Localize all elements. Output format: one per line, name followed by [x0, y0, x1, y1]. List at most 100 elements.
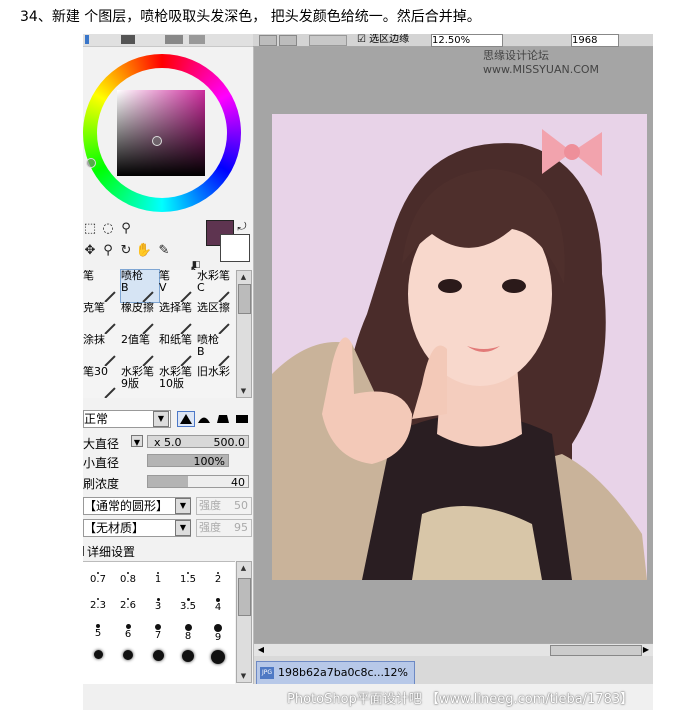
brush-slot[interactable]: 克笔 [83, 302, 121, 334]
brush-size-dot [152, 650, 164, 661]
brush-size-cell[interactable] [83, 648, 113, 670]
brush-slot[interactable]: 水彩笔 C [197, 270, 235, 302]
tutorial-caption: 34、新建 个图层，喷枪吸取头发深色， 把头发颜色给统一。然后合并掉。 [20, 9, 481, 25]
brush-slot[interactable]: 选区擦 [197, 302, 235, 334]
brush-size-cell[interactable]: 6 [113, 622, 143, 644]
chevron-down-icon[interactable]: ▼ [131, 435, 143, 447]
brush-size-label: 0.7 [90, 574, 106, 585]
min-diameter-label: 小直径 [83, 456, 120, 470]
brush-size-cell[interactable]: 0.8 [113, 570, 143, 592]
brush-size-cell[interactable]: 7 [143, 622, 173, 644]
brush-slot[interactable]: 和纸笔 [159, 334, 197, 366]
chevron-down-icon[interactable]: ▼ [175, 498, 191, 514]
brush-shape-flat[interactable] [215, 411, 231, 425]
detail-settings-toggle[interactable]: 详细设置 [83, 543, 135, 560]
scroll-left-icon[interactable]: ◀ [256, 645, 266, 655]
brush-slot[interactable]: 喷枪 B [197, 334, 235, 366]
selection-edge-checkbox[interactable]: ☑ 选区边缘 [357, 34, 409, 45]
saturation-value-square[interactable] [117, 90, 205, 176]
move-icon[interactable]: ✥ [83, 242, 99, 260]
brush-tool-grid: 笔 喷枪 B 笔V 水彩笔 C 克笔 橡皮擦 选择笔 选区擦 涂抹 2值笔 和纸笔 … [83, 269, 235, 398]
brush-size-cell[interactable]: 1 [143, 570, 173, 592]
texture-strength-field[interactable]: 强度 95 [196, 519, 252, 537]
toolbar-button[interactable] [259, 35, 277, 46]
brush-size-cell[interactable]: 3.5 [173, 596, 203, 618]
hue-marker[interactable] [86, 158, 96, 168]
brush-size-cell[interactable]: 2.3 [83, 596, 113, 618]
brush-size-cell[interactable]: 1.5 [173, 570, 203, 592]
max-diameter-label: 大直径 [83, 437, 120, 451]
chevron-down-icon[interactable]: ▼ [175, 520, 191, 536]
eyedropper-icon[interactable]: ✎ [155, 242, 173, 260]
toolbar-button[interactable] [279, 35, 297, 46]
scroll-thumb[interactable] [550, 645, 642, 656]
scroll-down-icon[interactable]: ▼ [238, 386, 249, 396]
background-color-swatch[interactable] [220, 234, 250, 262]
brush-size-cell[interactable]: 4 [203, 596, 233, 618]
brush-slot[interactable]: 旧水彩 [197, 366, 235, 398]
brush-slot[interactable]: 选择笔 [159, 302, 197, 334]
brush-size-cell[interactable]: 2.6 [113, 596, 143, 618]
brush-slot-airbrush-selected[interactable]: 喷枪 B [120, 269, 160, 303]
canvas-photo[interactable] [272, 114, 647, 580]
hand-icon[interactable]: ✋ [135, 242, 153, 260]
brush-grid-scrollbar[interactable]: ▲ ▼ [236, 270, 252, 398]
panel-toggle-icon[interactable] [189, 35, 205, 44]
brush-size-label: 8 [184, 631, 192, 642]
shape-strength-field[interactable]: 强度 50 [196, 497, 252, 515]
zoom-icon[interactable]: ⚲ [99, 242, 117, 260]
brush-size-dot [182, 650, 194, 662]
brush-slot[interactable]: 笔V [159, 270, 197, 302]
brush-size-cell[interactable]: 0.7 [83, 570, 113, 592]
scroll-up-icon[interactable]: ▲ [238, 272, 249, 282]
brush-size-cell[interactable]: 9 [203, 622, 233, 644]
brush-shape-dome[interactable] [196, 411, 212, 425]
rotation-field[interactable]: 1968 [571, 34, 619, 47]
brush-shape-triangle[interactable] [177, 411, 195, 427]
brush-size-label: 2.3 [90, 600, 106, 611]
panel-toggle-icon[interactable] [165, 35, 183, 44]
brush-size-dot [184, 624, 192, 631]
brush-slot[interactable]: 2值笔 [121, 334, 159, 366]
max-diameter-field[interactable]: x 5.0 500.0 [147, 435, 249, 449]
panel-toolbar [83, 34, 253, 47]
toolbar-button[interactable] [309, 35, 347, 46]
zoom-field[interactable]: 12.50% [431, 34, 503, 47]
brush-slot[interactable]: 笔30 [83, 366, 121, 398]
brush-size-cell[interactable]: 8 [173, 622, 203, 644]
tool-panel: ⬚ ◌ ⚲ ✥ ⚲ ↻ ✋ ✎ ◧ ⤾ ↖ 笔 喷枪B 笔V 水彩笔C 克笔 橡… [83, 34, 254, 710]
chevron-down-icon[interactable]: ▼ [153, 411, 169, 427]
brush-size-cell[interactable] [203, 648, 233, 670]
rotate-icon[interactable]: ↻ [117, 242, 135, 260]
brush-size-cell[interactable]: 3 [143, 596, 173, 618]
rect-select-icon[interactable]: ⬚ [83, 220, 99, 238]
brush-size-scrollbar[interactable]: ▲ ▼ [236, 561, 252, 683]
magic-wand-icon[interactable]: ⚲ [117, 220, 135, 238]
brush-size-label: 1 [154, 574, 162, 585]
watermark-top: 思缘设计论坛 www.MISSYUAN.COM [483, 49, 600, 76]
brush-slot[interactable]: 水彩笔 9版 [121, 366, 159, 398]
min-diameter-slider[interactable]: 100% [147, 454, 229, 468]
canvas-toolbar: ☑ 选区边缘 12.50% 1968 [253, 34, 653, 47]
brush-size-cell[interactable] [113, 648, 143, 670]
scroll-down-icon[interactable]: ▼ [238, 671, 249, 681]
document-tab[interactable]: JPG 198b62a7ba0c8c... 12% [256, 661, 415, 685]
brush-slot[interactable]: 水彩笔 10版 [159, 366, 197, 398]
brush-size-cell[interactable] [143, 648, 173, 670]
brush-slot[interactable]: 橡皮擦 [121, 302, 159, 334]
color-picker-marker[interactable] [152, 136, 162, 146]
lasso-icon[interactable]: ◌ [99, 220, 117, 238]
scroll-right-icon[interactable]: ▶ [641, 645, 651, 655]
brush-size-label: 5 [94, 628, 102, 639]
panel-toggle-icon[interactable] [121, 35, 135, 44]
canvas-horizontal-scrollbar[interactable]: ◀ ▶ [254, 643, 653, 657]
layer-tool-icon[interactable] [85, 35, 89, 44]
brush-size-cell[interactable] [173, 648, 203, 670]
density-slider[interactable]: 40 [147, 475, 249, 489]
scroll-up-icon[interactable]: ▲ [238, 563, 249, 573]
brush-slot[interactable]: 笔 [83, 270, 121, 302]
brush-size-cell[interactable]: 2 [203, 570, 233, 592]
brush-slot[interactable]: 涂抹 [83, 334, 121, 366]
brush-shape-square[interactable] [234, 411, 250, 425]
brush-size-cell[interactable]: 5 [83, 622, 113, 644]
